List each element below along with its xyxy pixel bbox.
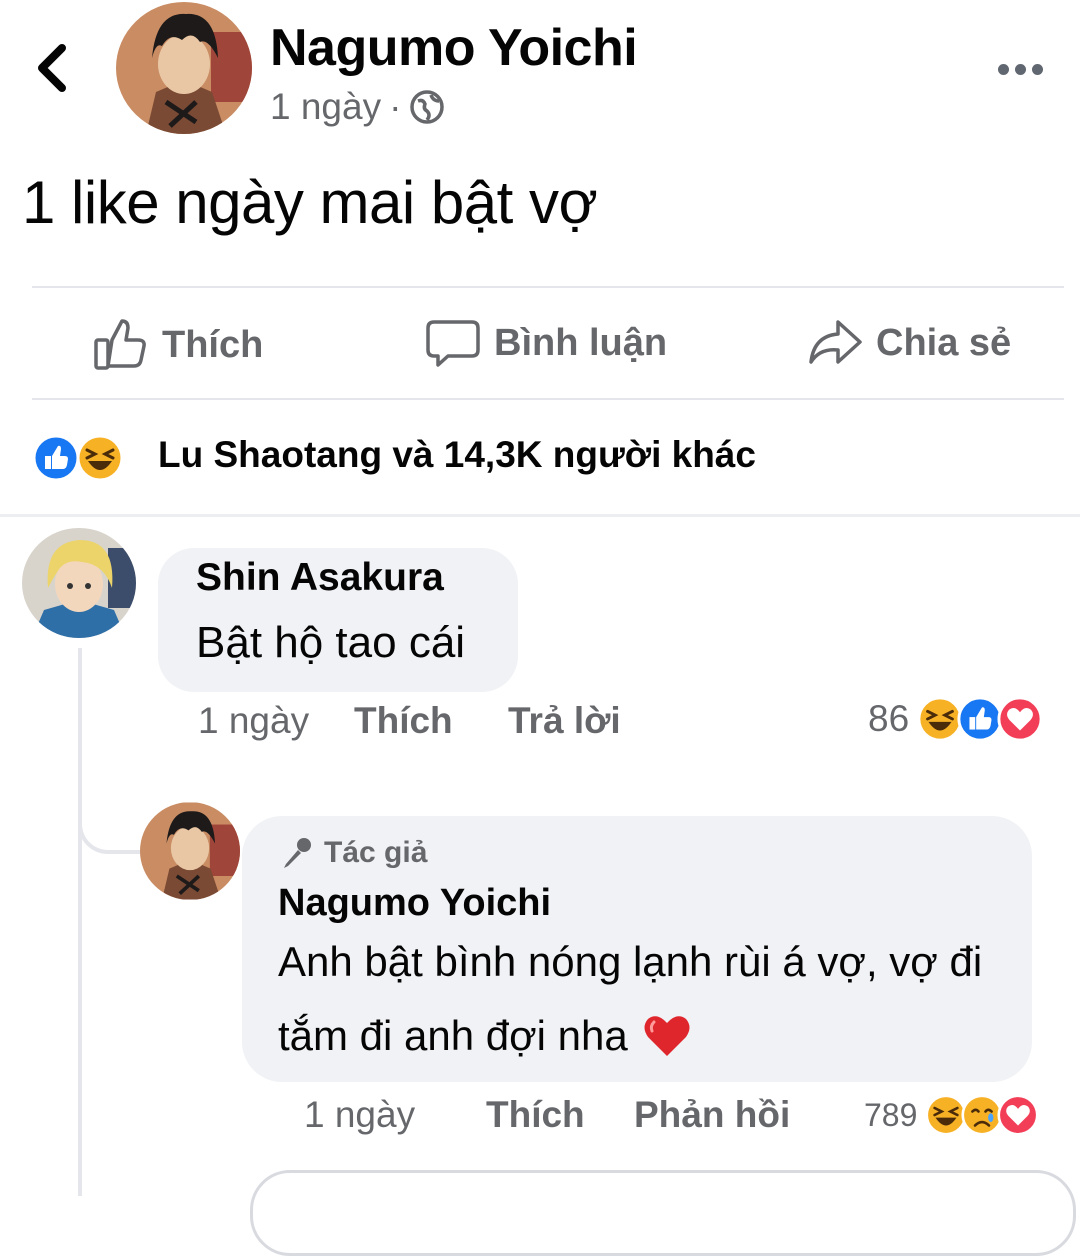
- haha-icon: [76, 434, 124, 482]
- like-button[interactable]: Thích: [92, 318, 263, 372]
- red-heart-icon: [644, 1016, 690, 1056]
- commenter-name[interactable]: Shin Asakura: [196, 556, 444, 600]
- divider: [32, 398, 1064, 400]
- avatar-image: [140, 802, 240, 900]
- share-button[interactable]: Chia sẻ: [808, 318, 1011, 368]
- reaction-count: 86: [868, 698, 910, 739]
- share-icon: [809, 320, 862, 364]
- like-label: Thích: [162, 323, 264, 366]
- author-reply-avatar[interactable]: [140, 802, 240, 900]
- comment-time[interactable]: 1 ngày: [198, 700, 309, 742]
- comment-label: Bình luận: [494, 321, 668, 364]
- reactions-summary-icons[interactable]: [32, 434, 124, 482]
- reaction-count: 789: [864, 1096, 918, 1133]
- like-icon: [32, 434, 80, 482]
- section-separator: [0, 514, 1080, 517]
- comment-button[interactable]: Bình luận: [426, 318, 667, 368]
- comment-text: Bật hộ tao cái: [196, 618, 466, 667]
- thread-line: [78, 648, 82, 1196]
- reply-text-line-2: tắm đi anh đợi nha: [278, 1012, 628, 1059]
- reply-text-line-2-row: tắm đi anh đợi nha: [278, 1012, 692, 1060]
- comment-reactions[interactable]: 86: [868, 696, 1043, 742]
- reply-author-name[interactable]: Nagumo Yoichi: [278, 882, 551, 925]
- reactions-summary-text[interactable]: Lu Shaotang và 14,3K người khác: [158, 434, 756, 476]
- microphone-icon: [284, 838, 311, 868]
- chevron-left-icon: [38, 44, 66, 92]
- comment-like-button[interactable]: Thích: [354, 700, 453, 742]
- author-badge: Tác giả: [280, 836, 427, 870]
- author-badge-label: Tác giả: [324, 836, 428, 869]
- more-dot-icon: [1015, 63, 1026, 75]
- share-label: Chia sẻ: [876, 321, 1012, 364]
- love-icon: [997, 696, 1043, 742]
- post-author-name[interactable]: Nagumo Yoichi: [270, 18, 638, 78]
- more-dot-icon: [1032, 63, 1043, 75]
- thumbs-up-icon: [94, 319, 146, 370]
- reply-time[interactable]: 1 ngày: [304, 1094, 415, 1136]
- commenter-avatar[interactable]: [22, 528, 136, 638]
- reply-reactions[interactable]: 789: [864, 1094, 1039, 1136]
- meta-dot: ·: [389, 86, 402, 127]
- reply-like-button[interactable]: Thích: [486, 1094, 585, 1136]
- author-avatar[interactable]: [116, 2, 252, 134]
- post-meta: 1 ngày ·: [270, 86, 445, 128]
- comment-reply-button[interactable]: Trả lời: [508, 700, 621, 742]
- love-icon: [997, 1094, 1039, 1136]
- post-text: 1 like ngày mai bật vợ: [22, 169, 598, 236]
- globe-icon: [410, 90, 445, 124]
- avatar-image: [116, 2, 252, 134]
- more-options-button[interactable]: [998, 56, 1048, 82]
- divider: [32, 286, 1064, 288]
- reply-text-line-1: Anh bật bình nóng lạnh rùi á vợ, vợ đi: [278, 938, 983, 985]
- post-time[interactable]: 1 ngày: [270, 86, 381, 128]
- reply-reply-button[interactable]: Phản hồi: [634, 1094, 790, 1136]
- avatar-image: [22, 528, 136, 638]
- back-button[interactable]: [28, 40, 78, 96]
- reactor-rest: và 14,3K người khác: [382, 434, 756, 475]
- reactor-name[interactable]: Lu Shaotang: [158, 434, 382, 475]
- write-reply-input[interactable]: [250, 1170, 1076, 1256]
- more-dot-icon: [998, 63, 1009, 75]
- comment-icon: [426, 320, 480, 367]
